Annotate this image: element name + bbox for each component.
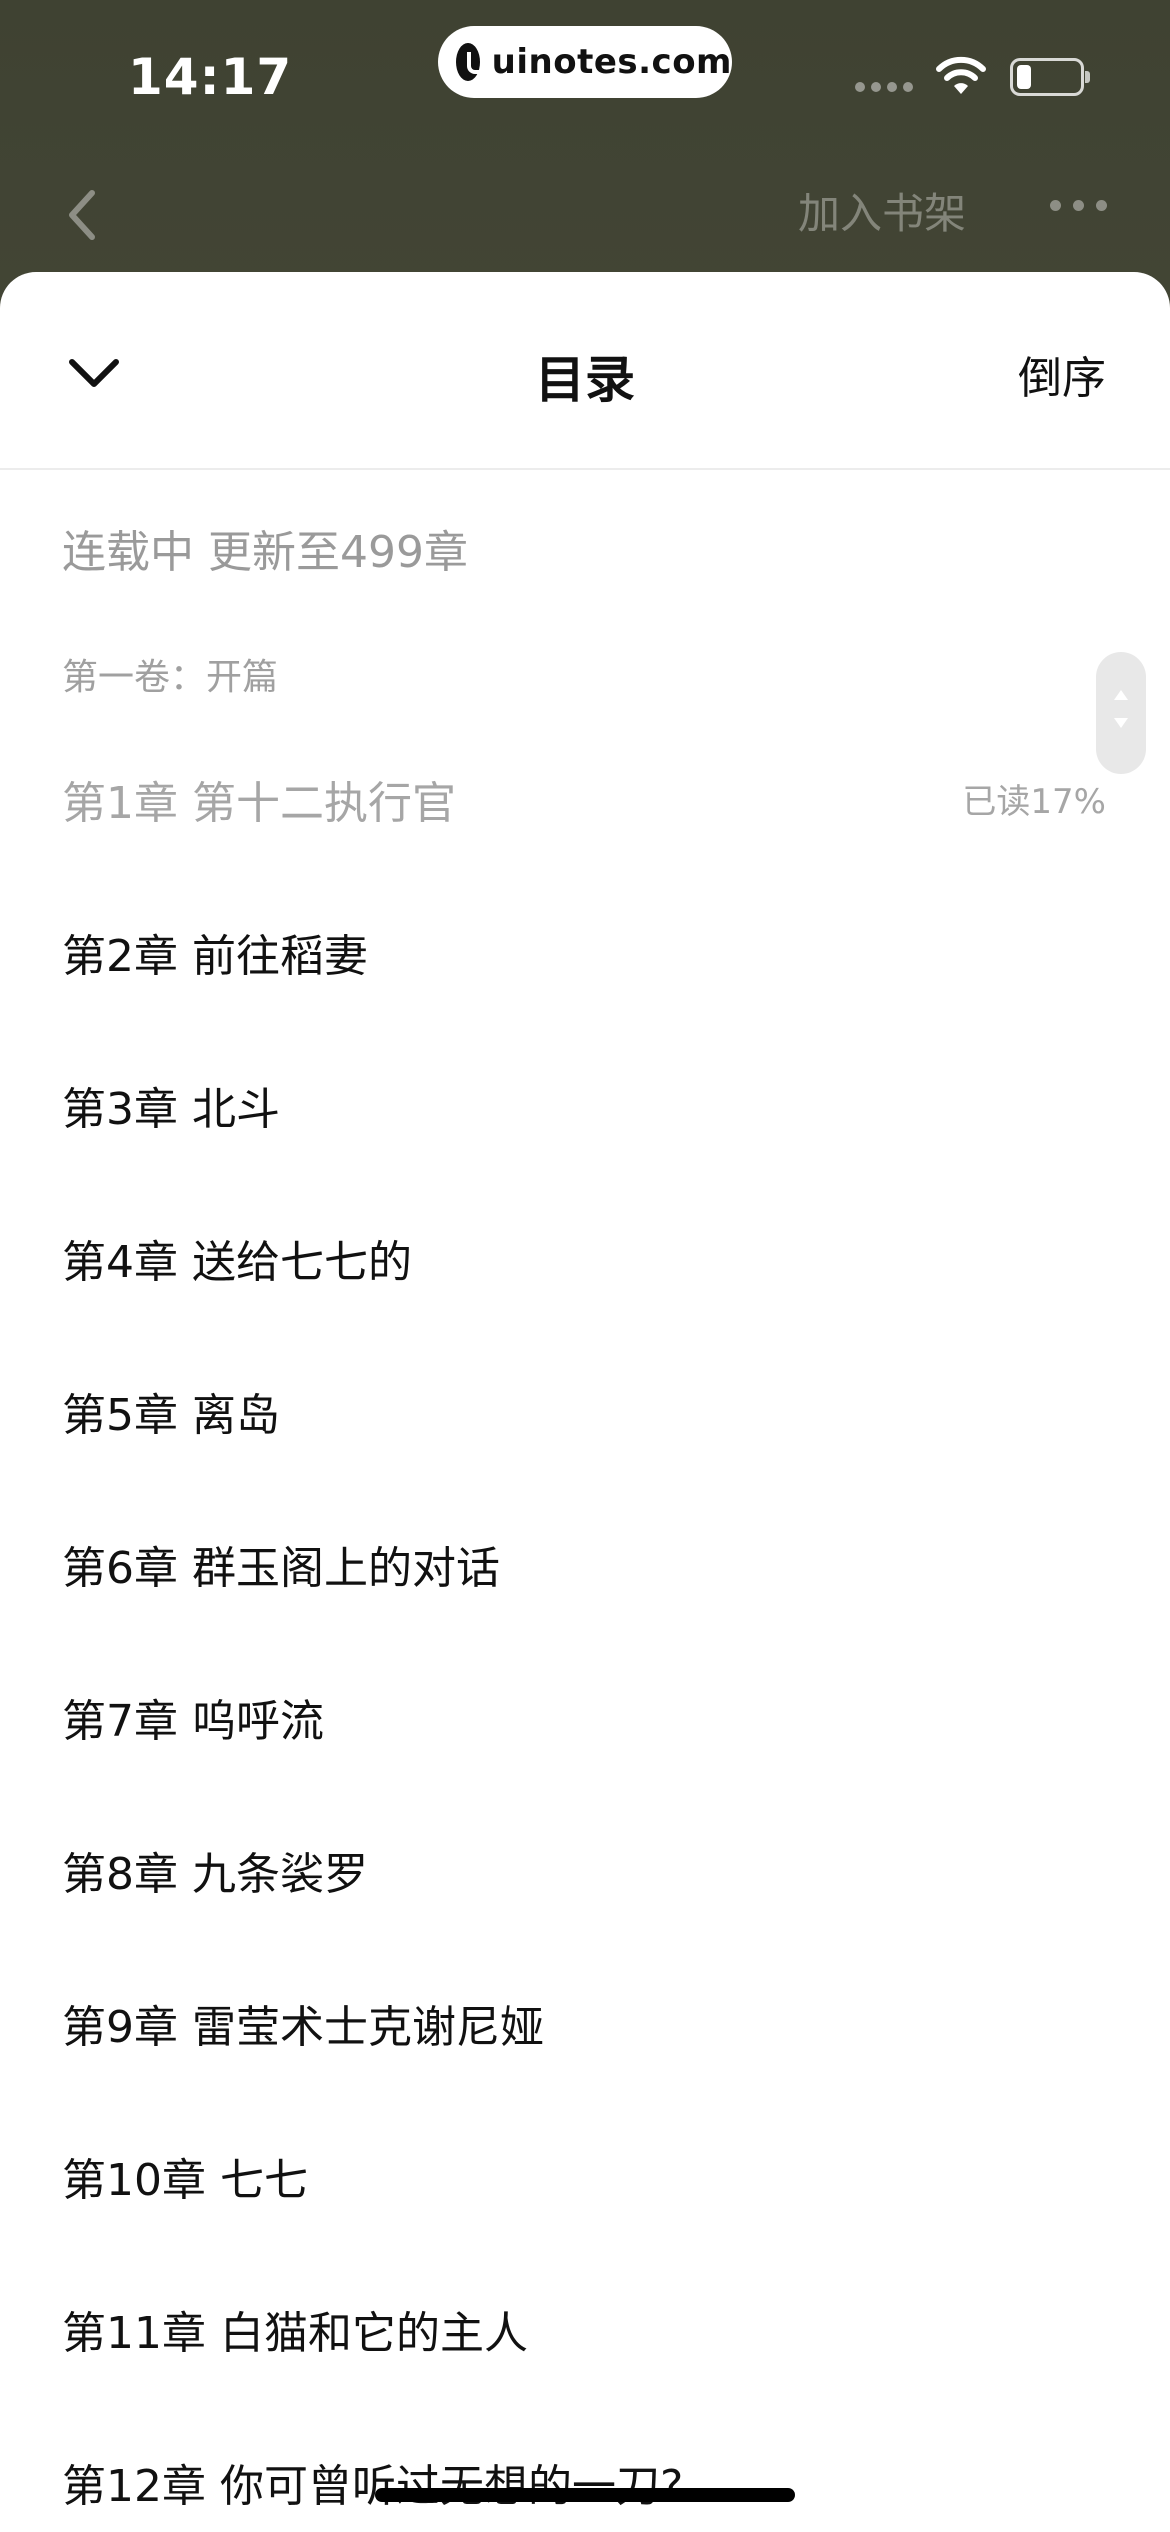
chapter-title: 第4章 送给七七的	[62, 1236, 412, 1288]
chapter-title: 第5章 离岛	[62, 1389, 280, 1441]
page-title: 目录	[535, 351, 635, 409]
chapter-title: 第7章 呜呼流	[62, 1695, 324, 1747]
toc-sheet: 目录 倒序 连载中 更新至499章 第一卷：开篇 第1章 第十二执行官 已读17…	[0, 272, 1170, 2532]
chapter-list: 第1章 第十二执行官 已读17% 第2章 前往稻妻 第3章 北斗 第4章 送给七…	[0, 722, 1170, 2532]
reverse-order-button[interactable]: 倒序	[1018, 342, 1106, 406]
chapter-item[interactable]: 第6章 群玉阁上的对话	[0, 1487, 1170, 1640]
home-indicator[interactable]	[375, 2488, 795, 2502]
url-text: uinotes.com	[491, 42, 732, 82]
battery-icon	[1010, 58, 1090, 96]
screen: 14:17 uinotes.com 加入书架 目录 倒序 连载中 更新至499章…	[0, 0, 1170, 2532]
chapter-title: 第8章 九条裟罗	[62, 1848, 368, 1900]
chapter-title: 第10章 七七	[62, 2154, 308, 2206]
chapter-item[interactable]: 第12章 你可曾听过无想的一刀?	[0, 2405, 1170, 2532]
chapter-title: 第6章 群玉阁上的对话	[62, 1542, 500, 1594]
chapter-title: 第2章 前往稻妻	[62, 930, 368, 982]
site-logo-icon	[456, 43, 491, 81]
back-chevron-icon[interactable]	[62, 185, 102, 245]
chapter-title: 第9章 雷莹术士克谢尼娅	[62, 2001, 544, 2053]
chapter-title: 第3章 北斗	[62, 1083, 280, 1135]
reader-top-nav: 加入书架	[0, 150, 1170, 270]
chapter-item[interactable]: 第2章 前往稻妻	[0, 875, 1170, 1028]
chapter-title: 第12章 你可曾听过无想的一刀?	[62, 2460, 684, 2512]
chapter-item[interactable]: 第11章 白猫和它的主人	[0, 2252, 1170, 2405]
add-to-shelf-button[interactable]: 加入书架	[798, 180, 966, 241]
url-pill[interactable]: uinotes.com	[438, 26, 732, 98]
chapter-item[interactable]: 第1章 第十二执行官 已读17%	[0, 722, 1170, 875]
chapter-title: 第11章 白猫和它的主人	[62, 2307, 528, 2359]
chapter-item[interactable]: 第5章 离岛	[0, 1334, 1170, 1487]
chapter-item[interactable]: 第10章 七七	[0, 2099, 1170, 2252]
status-bar: 14:17 uinotes.com	[0, 0, 1170, 150]
wifi-icon	[936, 56, 986, 94]
serial-status: 连载中 更新至499章	[62, 527, 468, 578]
volume-title: 第一卷：开篇	[62, 657, 279, 698]
cellular-signal-icon	[855, 82, 913, 92]
status-time: 14:17	[128, 48, 293, 106]
chapter-title: 第1章 第十二执行官	[62, 777, 456, 829]
toc-header: 目录 倒序	[0, 272, 1170, 470]
more-icon[interactable]	[1050, 200, 1107, 211]
read-progress: 已读17%	[962, 782, 1106, 822]
chapter-item[interactable]: 第4章 送给七七的	[0, 1181, 1170, 1334]
chapter-item[interactable]: 第7章 呜呼流	[0, 1640, 1170, 1793]
chapter-item[interactable]: 第8章 九条裟罗	[0, 1793, 1170, 1946]
chapter-item[interactable]: 第3章 北斗	[0, 1028, 1170, 1181]
chapter-item[interactable]: 第9章 雷莹术士克谢尼娅	[0, 1946, 1170, 2099]
